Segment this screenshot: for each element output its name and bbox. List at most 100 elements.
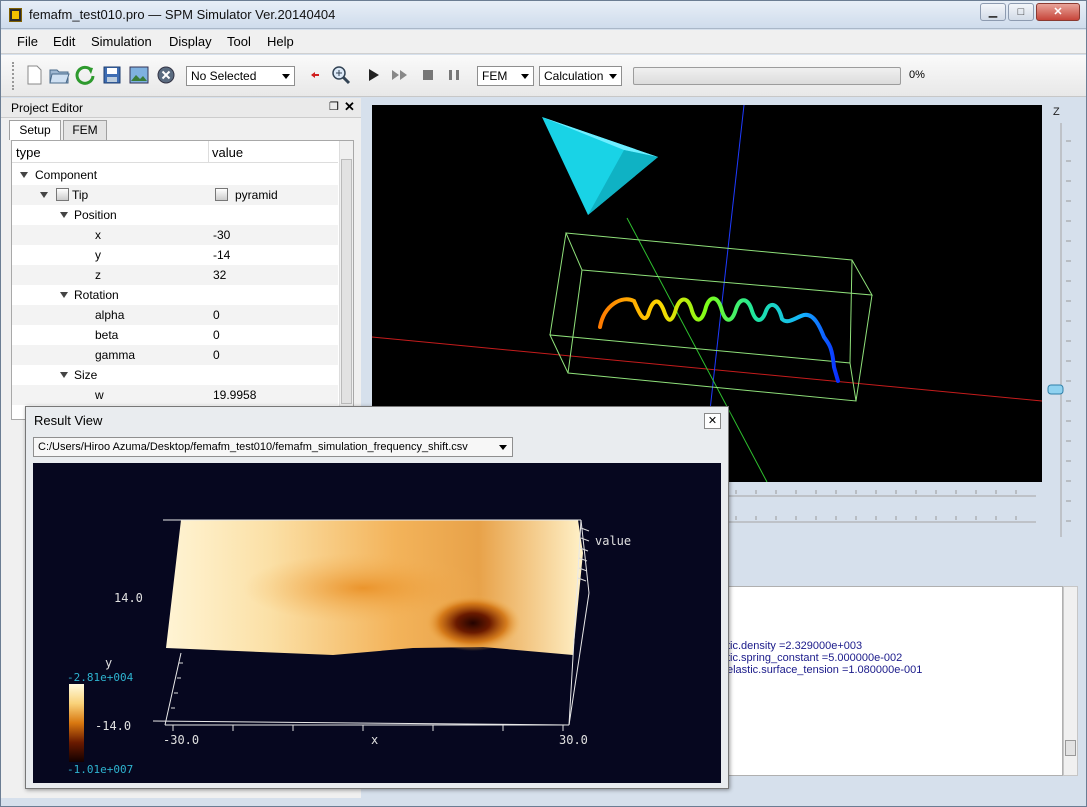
menu-edit[interactable]: Edit [53,34,75,49]
panel-close-icon[interactable]: ✕ [344,99,355,115]
result-file-path: C:/Users/Hiroo Azuma/Desktop/femafm_test… [38,441,468,453]
tree-row-label: w [95,388,104,402]
tab-fem[interactable]: FEM [63,120,107,140]
new-file-icon[interactable] [23,64,45,86]
tree-row[interactable]: Component [12,165,338,185]
close-project-icon[interactable] [155,64,177,86]
tree-row-label: x [95,228,101,242]
tree-row-value[interactable]: pyramid [235,188,278,202]
tree-row-label: y [95,248,101,262]
tree-row-label: Component [35,168,98,182]
log-line: tic.density =2.329000e+003 [727,640,863,652]
selection-combo[interactable]: No Selected [186,66,295,86]
menu-simulation[interactable]: Simulation [91,34,152,49]
tree-row-value[interactable]: 32 [213,268,226,282]
project-editor-title: Project Editor [11,101,84,115]
expand-arrow-icon[interactable] [60,292,68,298]
menu-file[interactable]: File [17,34,38,49]
zoom-icon[interactable] [330,64,352,86]
tree-row-value[interactable]: -30 [213,228,230,242]
tree-row-value[interactable]: 0 [213,308,220,322]
z-slider[interactable]: Z [1046,101,1076,541]
app-icon [9,8,22,22]
save-icon[interactable] [101,64,123,86]
expand-arrow-icon[interactable] [60,212,68,218]
tree-row[interactable]: Tip pyramid [12,185,338,205]
color-scale-min: -1.01e+007 [67,763,134,776]
tree-row[interactable]: Rotation [12,285,338,305]
close-button[interactable]: ✕ [1036,3,1080,21]
pause-icon[interactable] [443,64,465,86]
stop-icon[interactable] [417,64,439,86]
play-icon[interactable] [363,64,385,86]
project-editor-header: Project Editor ❐ ✕ [1,98,361,118]
expand-arrow-icon[interactable] [40,192,48,198]
tree-row-value[interactable]: -14 [213,248,230,262]
menu-help[interactable]: Help [267,34,294,49]
tree-row[interactable]: Size [12,365,338,385]
action-combo[interactable]: Calculation [539,66,622,86]
menu-display[interactable]: Display [169,34,212,49]
expand-arrow-icon[interactable] [60,372,68,378]
tree-scrollbar-thumb[interactable] [341,159,352,404]
result-view-close-button[interactable]: ✕ [704,413,721,429]
fast-forward-icon[interactable] [389,64,411,86]
x-axis-label: x [371,733,379,747]
x-tick-label: -30.0 [163,733,200,747]
column-value[interactable]: value [212,145,243,160]
float-icon[interactable]: ❐ [329,100,339,113]
maximize-button[interactable]: □ [1008,3,1034,21]
result-view-title: Result View [34,413,103,428]
value-axis-label: value [595,534,632,548]
minimize-button[interactable]: ▁ [980,3,1006,21]
property-tree: type value Component Tip pyramid Position x -… [11,140,354,420]
tree-row[interactable]: alpha 0 [12,305,338,325]
log-console[interactable]: tic.density =2.329000e+003 tic.spring_co… [726,586,1063,776]
result-file-combo[interactable]: C:/Users/Hiroo Azuma/Desktop/femafm_test… [33,437,513,457]
expand-arrow-icon[interactable] [20,172,28,178]
tree-row-value[interactable]: 0 [213,348,220,362]
column-type[interactable]: type [16,145,41,160]
tree-row[interactable]: x -30 [12,225,338,245]
z-slider-handle[interactable] [1047,384,1064,395]
open-folder-icon[interactable] [48,64,70,86]
tree-row[interactable]: w 19.9958 [12,385,338,405]
progress-bar [633,67,901,85]
tree-row-label: gamma [95,348,136,362]
log-scrollbar-thumb[interactable] [1065,740,1076,756]
image-export-icon[interactable] [128,64,150,86]
action-combo-value: Calculation [544,69,604,83]
horizontal-sliders[interactable] [726,484,1041,534]
tree-row[interactable]: gamma 0 [12,345,338,365]
mode-combo[interactable]: FEM [477,66,534,86]
component-icon [215,188,228,201]
menu-tool[interactable]: Tool [227,34,251,49]
tip-pyramid [542,117,658,215]
window-title: femafm_test010.pro — SPM Simulator Ver.2… [29,7,336,22]
toolbar-grip[interactable] [12,62,16,90]
undo-icon[interactable] [306,64,328,86]
tree-row[interactable]: beta 0 [12,325,338,345]
tree-row[interactable]: Position [12,205,338,225]
mode-combo-value: FEM [482,69,508,83]
z-ticks [1066,140,1071,522]
tree-scrollbar[interactable] [339,141,353,419]
tree-row-label: Position [74,208,117,222]
tree-row-label: Rotation [74,288,119,302]
y-tick-label: -14.0 [95,719,132,733]
tab-setup[interactable]: Setup [9,120,61,140]
surface-plot[interactable]: value 14.0 y -14.0 -30.0 x 30.0 -2.81e+0… [33,463,721,783]
main-window: femafm_test010.pro — SPM Simulator Ver.2… [0,0,1087,807]
log-scrollbar[interactable] [1063,586,1078,776]
result-view-dialog: Result View ✕ C:/Users/Hiroo Azuma/Deskt… [25,406,729,789]
x-tick-label: 30.0 [559,733,588,747]
tree-row[interactable]: z 32 [12,265,338,285]
tree-row-label: alpha [95,308,125,322]
protein-helix [598,296,840,383]
tree-row-value[interactable]: 0 [213,328,220,342]
tree-header: type value [12,141,338,163]
log-line: elastic.surface_tension =1.080000e-001 [727,664,923,676]
tree-row-value[interactable]: 19.9958 [213,388,256,402]
tree-row[interactable]: y -14 [12,245,338,265]
reload-icon[interactable] [74,64,96,86]
